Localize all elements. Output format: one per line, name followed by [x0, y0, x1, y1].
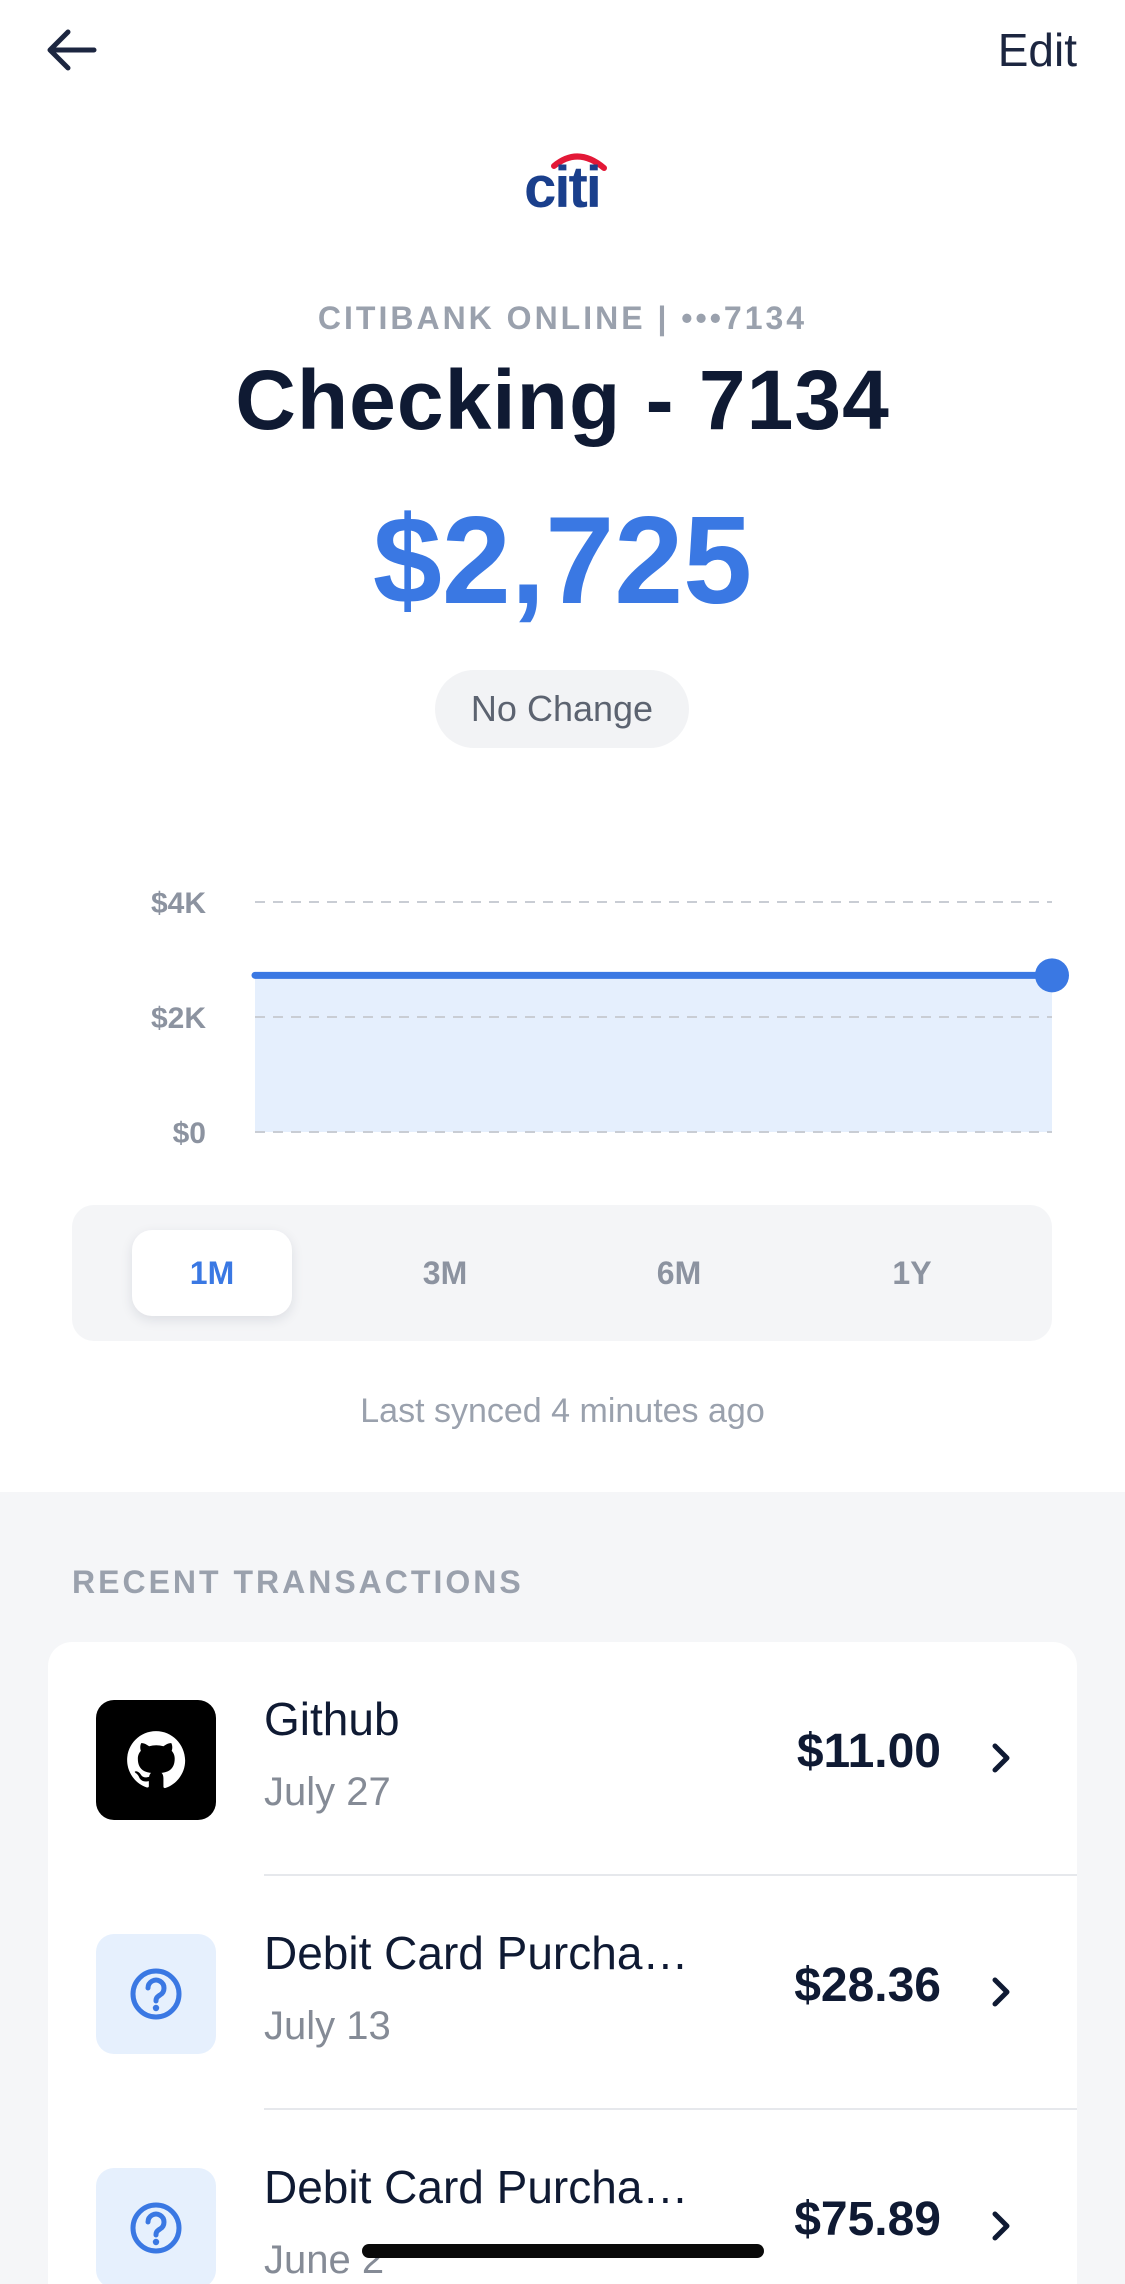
account-detail-screen: Edit citi CITIBANK ONLINE | •••7134 Chec… [0, 0, 1125, 2284]
range-option-1m[interactable]: 1M [132, 1230, 292, 1316]
arrow-left-icon [47, 29, 97, 71]
transactions-section: RECENT TRANSACTIONS Github July 27 $11.00 D… [0, 1492, 1125, 2284]
question-icon [96, 1934, 216, 2054]
account-title: Checking - 7134 [235, 353, 890, 447]
github-icon [96, 1700, 216, 1820]
transaction-amount: $11.00 [796, 1725, 941, 1778]
last-synced-text: Last synced 4 minutes ago [360, 1392, 765, 1430]
transactions-heading: RECENT TRANSACTIONS [72, 1564, 524, 1600]
transaction-name: Debit Card Purcha… [264, 2161, 689, 2213]
y-tick-label: $0 [173, 1117, 206, 1150]
transaction-name: Debit Card Purcha… [264, 1927, 689, 1979]
chevron-right-icon [981, 2206, 1021, 2246]
transaction-amount: $75.89 [794, 2193, 941, 2246]
range-selector: 1M 3M 6M 1Y [72, 1205, 1052, 1341]
transaction-name: Github [264, 1693, 400, 1745]
range-option-6m[interactable]: 6M [599, 1230, 759, 1316]
bank-logo-text: citi [524, 155, 602, 220]
question-icon [96, 2168, 216, 2284]
transaction-date: July 27 [264, 1770, 391, 1814]
transactions-list: Github July 27 $11.00 Debit Card Purcha… Jul… [48, 1642, 1077, 2284]
account-balance: $2,725 [372, 492, 753, 630]
chevron-right-icon [981, 1738, 1021, 1778]
range-option-1y[interactable]: 1Y [832, 1230, 992, 1316]
transaction-amount: $28.36 [794, 1959, 941, 2012]
y-tick-label: $4K [151, 887, 206, 920]
y-tick-label: $2K [151, 1002, 206, 1035]
balance-change-badge: No Change [435, 670, 689, 748]
transaction-row[interactable]: Debit Card Purcha… July 13 $28.36 [48, 1876, 1077, 2110]
home-indicator [362, 2244, 764, 2258]
transaction-row[interactable]: Github July 27 $11.00 [48, 1642, 1077, 1876]
edit-button[interactable]: Edit [998, 18, 1077, 82]
transaction-date: July 13 [264, 2004, 391, 2048]
institution-label: CITIBANK ONLINE | •••7134 [317, 300, 808, 336]
back-button[interactable] [40, 18, 104, 82]
bank-logo: citi [512, 150, 612, 220]
range-option-3m[interactable]: 3M [365, 1230, 525, 1316]
chevron-right-icon [981, 1972, 1021, 2012]
balance-chart: $4K $2K $0 [151, 887, 1069, 1150]
balance-area [255, 975, 1052, 1132]
balance-point [1035, 958, 1069, 993]
